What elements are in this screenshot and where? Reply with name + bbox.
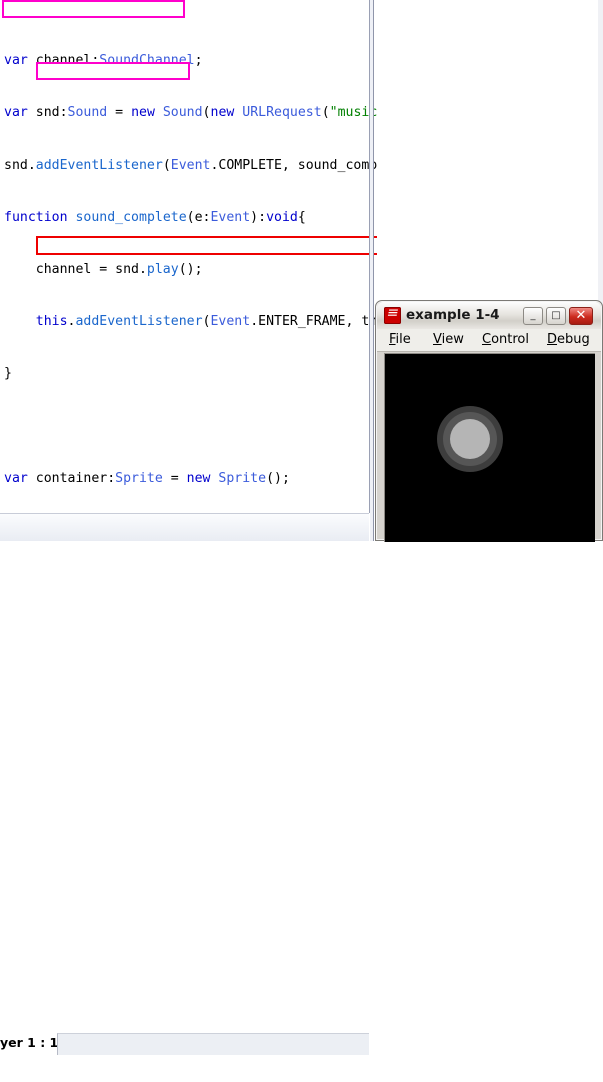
code-line[interactable]: var container:Sprite = new Sprite();	[0, 470, 377, 487]
menu-item-debug[interactable]: Debug	[547, 332, 590, 347]
code-editor-pane[interactable]: var channel:SoundChannel; var snd:Sound …	[0, 0, 377, 513]
minimize-button[interactable]: _	[523, 307, 543, 325]
code-line[interactable]: this.addEventListener(Event.ENTER_FRAME,…	[0, 313, 377, 330]
flash-player-icon	[384, 307, 401, 324]
status-field[interactable]	[57, 1033, 369, 1055]
highlight-box-declare-channel	[2, 0, 185, 18]
code-line[interactable]: var channel:SoundChannel;	[0, 52, 377, 69]
editor-right-border-outer	[373, 0, 374, 541]
code-line[interactable]: }	[0, 365, 377, 382]
window-title: example 1-4	[406, 307, 500, 323]
menu-item-view[interactable]: View	[433, 332, 464, 347]
code-line[interactable]	[0, 418, 377, 435]
maximize-button[interactable]: □	[546, 307, 566, 325]
ring-inner	[450, 419, 490, 459]
code-line[interactable]: channel = snd.play();	[0, 261, 377, 278]
editor-right-border	[369, 0, 370, 513]
code-line[interactable]: var snd:Sound = new Sound(new URLRequest…	[0, 104, 377, 121]
flash-player-window[interactable]: example 1-4 _ □ ✕ File View Control Debu…	[375, 300, 603, 542]
code-text-area[interactable]: var channel:SoundChannel; var snd:Sound …	[0, 0, 377, 513]
menu-item-control[interactable]: Control	[482, 332, 529, 347]
menu-item-file[interactable]: File	[389, 332, 411, 347]
window-title-bar[interactable]: example 1-4 _ □ ✕	[377, 302, 601, 329]
window-menu-bar[interactable]: File View Control Debug	[377, 329, 601, 352]
code-line[interactable]: function sound_complete(e:Event):void{	[0, 209, 377, 226]
layer-indicator: yer 1 : 1	[0, 1035, 59, 1050]
status-bar: yer 1 : 1	[0, 513, 369, 1055]
close-button[interactable]: ✕	[569, 307, 593, 325]
highlight-box-radius-peak	[36, 236, 377, 255]
code-line[interactable]: snd.addEventListener(Event.COMPLETE, sou…	[0, 157, 377, 174]
flash-stage[interactable]	[384, 353, 595, 542]
